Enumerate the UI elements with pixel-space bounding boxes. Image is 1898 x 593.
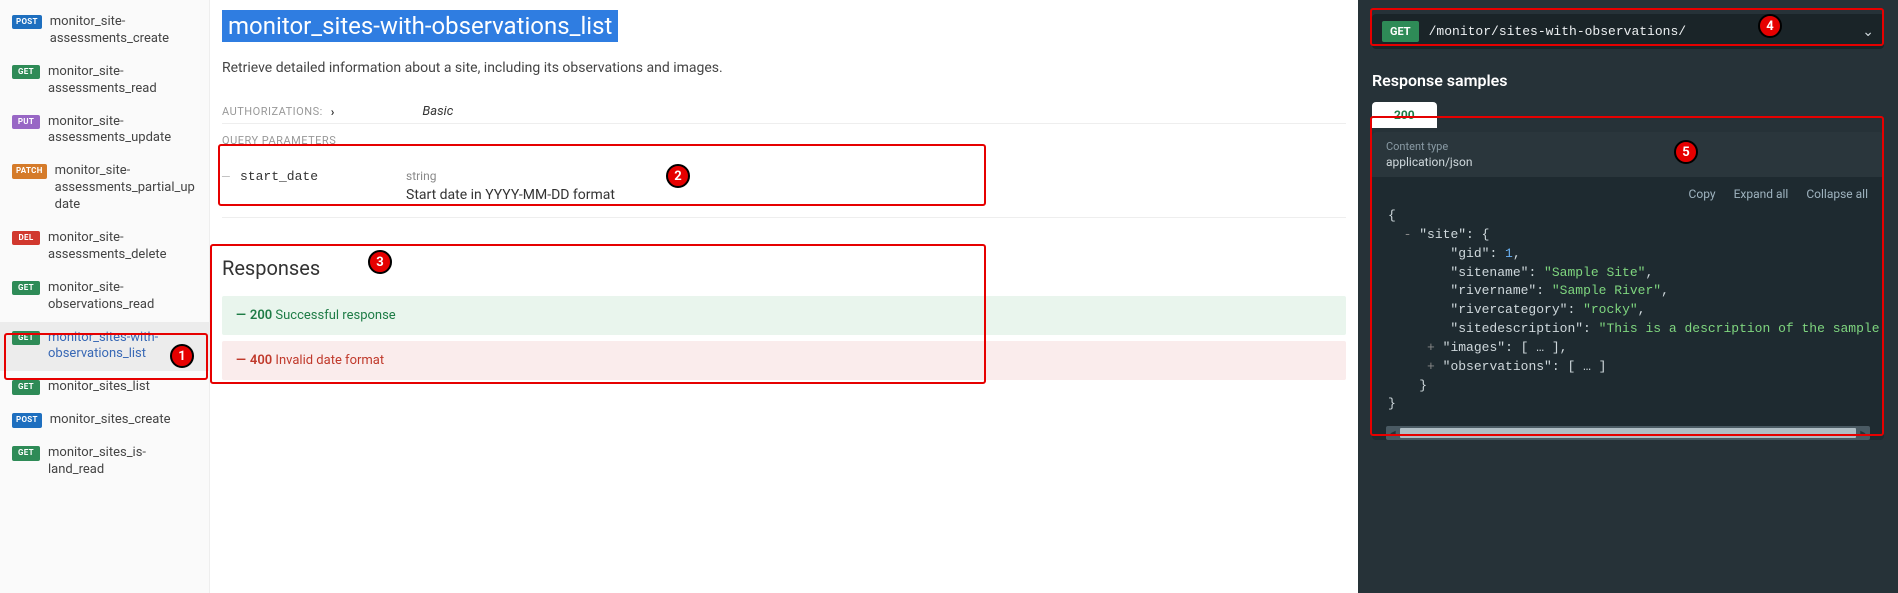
- chevron-down-icon: ⌄: [1862, 24, 1874, 40]
- sidebar-item-label: monitor_sites_create: [50, 412, 171, 429]
- json-tools: Copy Expand all Collapse all: [1372, 177, 1884, 201]
- responses-heading: Responses: [222, 256, 1346, 280]
- endpoint-path: /monitor/sites-with-observations/: [1429, 24, 1853, 39]
- response-200[interactable]: —200 Successful response: [222, 296, 1346, 335]
- method-badge: POST: [12, 413, 42, 427]
- parameter-description: Start date in YYYY-MM-DD format: [406, 187, 1346, 203]
- response-samples-heading: Response samples: [1372, 71, 1884, 90]
- authorizations-label: AUTHORIZATIONS:: [222, 105, 323, 118]
- parameter-row: start_date string Start date in YYYY-MM-…: [222, 155, 1346, 218]
- sidebar-item-monitor_site-assessments_delete[interactable]: DEL monitor_site-assessments_delete: [0, 222, 209, 272]
- sidebar-item-monitor_site-assessments_read[interactable]: GET monitor_site-assessments_read: [0, 56, 209, 106]
- sidebar-item-label: monitor_site-assessments_partial_update: [55, 163, 199, 214]
- sidebar-item-monitor_sites-with-observations_list[interactable]: GET monitor_sites-with-observations_list: [0, 322, 209, 372]
- method-badge: GET: [12, 281, 40, 295]
- sidebar-item-monitor_sites_create[interactable]: POST monitor_sites_create: [0, 404, 209, 437]
- response-text: Successful response: [275, 308, 395, 323]
- samples-panel: GET /monitor/sites-with-observations/ ⌄ …: [1358, 0, 1898, 593]
- scroll-right-icon[interactable]: ►: [1856, 426, 1870, 440]
- sidebar-item-label: monitor_site-assessments_create: [50, 14, 199, 48]
- sidebar-item-label: monitor_sites_is-land_read: [48, 445, 199, 479]
- method-badge: GET: [1382, 21, 1419, 42]
- horizontal-scrollbar[interactable]: ◄ ►: [1386, 426, 1870, 440]
- authorizations-value: Basic: [422, 104, 453, 119]
- scroll-left-icon[interactable]: ◄: [1386, 426, 1400, 440]
- sample-body: Content type application/json Copy Expan…: [1372, 132, 1884, 440]
- json-viewer[interactable]: { - "site": { "gid": 1, "sitename": "Sam…: [1372, 201, 1884, 426]
- sidebar-item-monitor_sites_list[interactable]: GET monitor_sites_list: [0, 371, 209, 404]
- response-code: 400: [250, 353, 272, 368]
- method-badge: POST: [12, 15, 42, 29]
- parameter-type: string: [406, 169, 1346, 183]
- sidebar-item-label: monitor_site-assessments_update: [48, 114, 199, 148]
- method-badge: DEL: [12, 231, 40, 245]
- sidebar-item-label: monitor_site-observations_read: [48, 280, 199, 314]
- operation-title: monitor_sites-with-observations_list: [222, 10, 618, 42]
- sidebar: POST monitor_site-assessments_create GET mo…: [0, 0, 210, 593]
- endpoint-bar[interactable]: GET /monitor/sites-with-observations/ ⌄: [1372, 14, 1884, 49]
- method-badge: GET: [12, 380, 40, 394]
- response-code: 200: [250, 308, 272, 323]
- response-400[interactable]: —400 Invalid date format: [222, 341, 1346, 380]
- sidebar-item-label: monitor_sites_list: [48, 379, 150, 396]
- sidebar-item-monitor_site-assessments_update[interactable]: PUT monitor_site-assessments_update: [0, 106, 209, 156]
- method-badge: PUT: [12, 115, 40, 129]
- content-type-value: application/json: [1386, 155, 1870, 169]
- method-badge: PATCH: [12, 164, 47, 178]
- scrollbar-track[interactable]: [1400, 428, 1856, 438]
- sidebar-item-monitor_site-observations_read[interactable]: GET monitor_site-observations_read: [0, 272, 209, 322]
- content-type-label: Content type: [1386, 140, 1870, 153]
- sidebar-item-monitor_site-assessments_create[interactable]: POST monitor_site-assessments_create: [0, 6, 209, 56]
- expand-all-button[interactable]: Expand all: [1734, 187, 1789, 201]
- operation-description: Retrieve detailed information about a si…: [222, 60, 1346, 76]
- sidebar-item-monitor_sites_is-land_read[interactable]: GET monitor_sites_is-land_read: [0, 437, 209, 487]
- parameter-name: start_date: [240, 169, 406, 203]
- sidebar-item-label: monitor_site-assessments_read: [48, 64, 199, 98]
- response-text: Invalid date format: [275, 353, 384, 368]
- content-type-bar[interactable]: Content type application/json: [1372, 132, 1884, 177]
- main-content: monitor_sites-with-observations_list Ret…: [210, 0, 1358, 593]
- authorizations-row[interactable]: AUTHORIZATIONS: › Basic: [222, 104, 1346, 124]
- status-tab-200[interactable]: 200: [1372, 102, 1437, 128]
- chevron-right-icon: ›: [331, 105, 335, 119]
- collapse-all-button[interactable]: Collapse all: [1806, 187, 1868, 201]
- copy-button[interactable]: Copy: [1689, 187, 1716, 201]
- method-badge: GET: [12, 331, 40, 345]
- method-badge: GET: [12, 65, 40, 79]
- query-parameters-label: QUERY PARAMETERS: [222, 134, 1346, 147]
- method-badge: GET: [12, 446, 40, 460]
- sidebar-item-label: monitor_sites-with-observations_list: [48, 330, 199, 364]
- sidebar-item-monitor_site-assessments_partial_update[interactable]: PATCH monitor_site-assessments_partial_up…: [0, 155, 209, 222]
- sidebar-item-label: monitor_site-assessments_delete: [48, 230, 199, 264]
